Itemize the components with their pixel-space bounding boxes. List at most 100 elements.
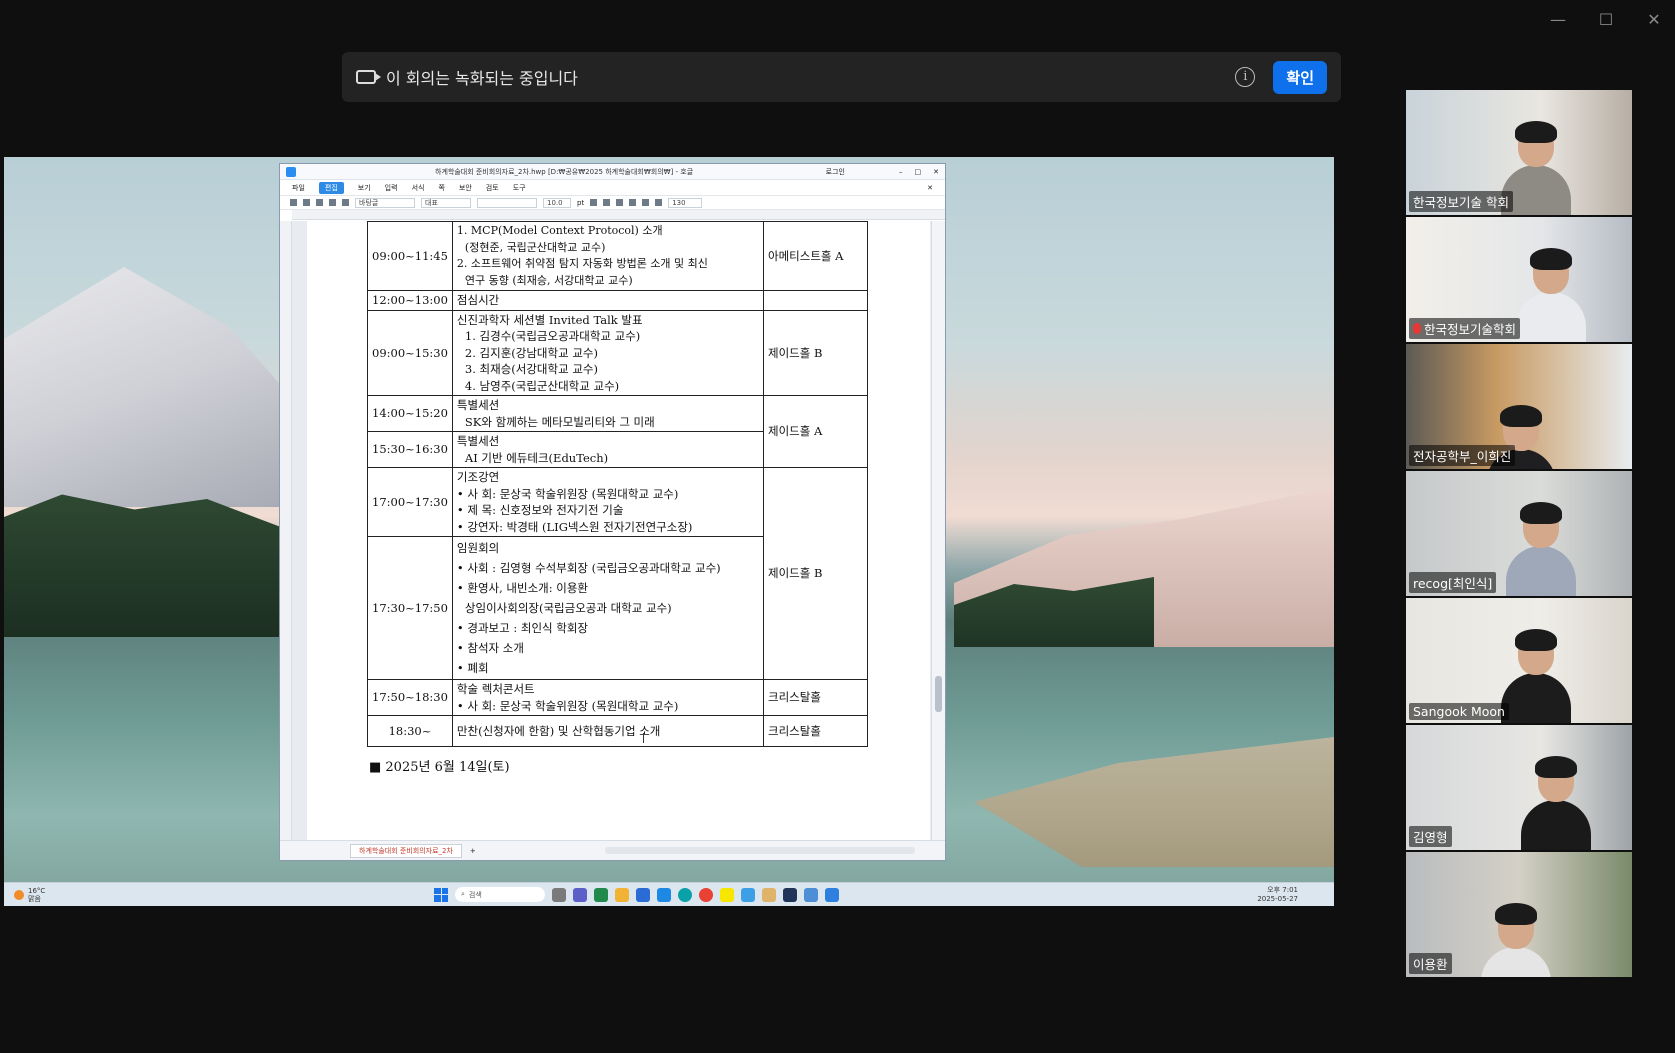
print-icon[interactable]: [329, 199, 336, 206]
room-cell: 아메티스트홀 A: [763, 221, 868, 291]
vertical-scrollbar[interactable]: [931, 221, 945, 841]
align-right-icon[interactable]: [655, 199, 663, 206]
save-icon[interactable]: [316, 199, 323, 206]
zoom-icon[interactable]: [825, 887, 839, 902]
menu-tools[interactable]: 도구: [513, 183, 526, 193]
content-line: SK와 함께하는 메타모빌리티와 그 미래: [464, 414, 655, 429]
excel-icon[interactable]: [594, 887, 608, 902]
open-icon[interactable]: [303, 199, 310, 206]
hwp-icon[interactable]: [741, 887, 755, 902]
schedule-table: 09:00~11:45 1. MCP(Model Context Protoco…: [367, 221, 868, 747]
participant-tile[interactable]: 한국정보기술 학회: [1406, 90, 1632, 215]
chrome-icon[interactable]: [699, 887, 713, 902]
align-center-icon[interactable]: [642, 199, 650, 206]
kakaotalk-icon[interactable]: [720, 887, 734, 902]
underline-icon[interactable]: [616, 199, 624, 206]
participant-tile[interactable]: 전자공학부_이희진: [1406, 344, 1632, 469]
table-row: 17:50~18:30 학술 렉처콘서트 • 사 회: 문상국 학술위원장 (목…: [367, 679, 868, 716]
teams-icon[interactable]: [573, 887, 587, 902]
participant-tile-active[interactable]: Sangook Moon: [1406, 598, 1632, 723]
maximize-button[interactable]: ☐: [1597, 10, 1615, 29]
font-name-select[interactable]: [477, 197, 537, 208]
taskbar-clock[interactable]: 오후 7:01 2025-05-27: [1257, 886, 1298, 904]
room-cell: 제이드홀 A: [763, 395, 868, 468]
menu-review[interactable]: 검토: [486, 183, 499, 193]
close-button[interactable]: ✕: [1645, 10, 1663, 29]
content-line: • 경과보고 : 최인식 학회장: [456, 621, 589, 635]
menu-view[interactable]: 보기: [358, 183, 371, 193]
participant-tile[interactable]: 한국정보기술학회: [1406, 217, 1632, 342]
folder-icon[interactable]: [615, 887, 629, 902]
phone-icon[interactable]: [783, 887, 797, 902]
content-line: 1. MCP(Model Context Protocol) 소개: [456, 224, 663, 237]
table-row: 09:00~11:45 1. MCP(Model Context Protoco…: [367, 221, 868, 291]
content-cell: 기조강연 • 사 회: 문상국 학술위원장 (목원대학교 교수) • 제 목: …: [451, 467, 765, 537]
hwp-close-button[interactable]: ✕: [933, 168, 939, 176]
hwp-toolbar: 바탕글 대표 10.0 pt 130: [280, 196, 945, 210]
menu-insert[interactable]: 입력: [385, 183, 398, 193]
content-line: 4. 남영주(국립군산대학교 교수): [464, 378, 620, 393]
table-row: 12:00~13:00 점심시간: [367, 290, 868, 311]
info-icon[interactable]: i: [1235, 67, 1256, 87]
minimize-button[interactable]: —: [1549, 10, 1567, 29]
participant-name-label: 한국정보기술학회: [1409, 318, 1521, 339]
font-select[interactable]: 대표: [421, 197, 471, 208]
content-line: 상임이사회의장(국립금오공과 대학교 교수): [464, 601, 672, 615]
time-cell: 09:00~11:45: [367, 221, 453, 291]
time-cell: 17:50~18:30: [367, 679, 453, 716]
participant-gallery: 한국정보기술 학회 한국정보기술학회 전자공학부_이희진 recog[최인식] …: [1406, 90, 1632, 979]
content-cell: 1. MCP(Model Context Protocol) 소개 (정현준, …: [451, 221, 765, 291]
participant-name: 김영형: [1413, 830, 1448, 845]
content-cell: 임원회의 • 사회 : 김영형 수석부회장 (국립금오공과대학교 교수) • 환…: [451, 536, 765, 680]
taskview-icon[interactable]: [552, 887, 566, 902]
weather-widget[interactable]: 16°C 맑음: [14, 887, 45, 903]
add-tab-icon[interactable]: +: [470, 847, 476, 855]
menu-page[interactable]: 쪽: [438, 183, 444, 193]
undo-icon[interactable]: [342, 199, 349, 206]
monitor-icon[interactable]: [804, 887, 818, 902]
menu-edit[interactable]: 편집: [318, 181, 344, 194]
start-icon[interactable]: [434, 887, 448, 902]
login-button[interactable]: 로그인: [826, 167, 845, 177]
scroll-thumb[interactable]: [935, 676, 942, 712]
content-line: 2. 김지훈(강남대학교 교수): [464, 345, 598, 360]
hwp-maximize-button[interactable]: □: [915, 168, 922, 176]
taskbar-search[interactable]: ⌕ 검색: [455, 887, 545, 902]
horizontal-scrollbar[interactable]: [605, 847, 915, 854]
style-select[interactable]: 바탕글: [355, 197, 415, 208]
participant-tile[interactable]: recog[최인식]: [1406, 471, 1632, 596]
content-line: 특별세션: [456, 398, 500, 412]
participant-name: 전자공학부_이희진: [1413, 449, 1512, 464]
document-tab[interactable]: 하계학술대회 준비회의자료_2차: [350, 843, 462, 858]
italic-icon[interactable]: [603, 199, 611, 206]
hwp-minimize-button[interactable]: –: [899, 168, 903, 176]
store-icon[interactable]: [636, 887, 650, 902]
zoom-select[interactable]: 130: [668, 197, 703, 208]
align-left-icon[interactable]: [629, 199, 637, 206]
app-icon[interactable]: [762, 887, 776, 902]
edge-icon[interactable]: [678, 887, 692, 902]
font-size-select[interactable]: 10.0: [543, 197, 571, 208]
participant-tile[interactable]: 김영형: [1406, 725, 1632, 850]
menu-security[interactable]: 보안: [459, 183, 472, 193]
content-line: 1. 김경수(국립금오공과대학교 교수): [464, 329, 641, 343]
menu-close-icon[interactable]: ✕: [927, 184, 933, 192]
menu-file[interactable]: 파일: [292, 183, 305, 193]
participant-tile[interactable]: 이용환: [1406, 852, 1632, 977]
hwp-doc-title: 하계학술대회 준비회의자료_2차.hwp [D:₩공유₩2025 하계학술대회₩…: [435, 167, 694, 176]
content-line: • 사 회: 문상국 학술위원장 (목원대학교 교수): [456, 698, 679, 713]
participant-name: Sangook Moon: [1413, 704, 1505, 719]
room-cell: 제이드홀 B: [763, 467, 868, 680]
document-page[interactable]: 09:00~11:45 1. MCP(Model Context Protoco…: [307, 221, 930, 841]
mail-icon[interactable]: [657, 887, 671, 902]
hwp-window: 하계학술대회 준비회의자료_2차.hwp [D:₩공유₩2025 하계학술대회₩…: [279, 163, 946, 861]
confirm-button[interactable]: 확인: [1273, 60, 1327, 94]
bold-icon[interactable]: [590, 199, 598, 206]
participant-name-label: Sangook Moon: [1409, 703, 1509, 720]
content-line: 특별세션: [456, 434, 500, 448]
time-cell: 09:00~15:30: [367, 309, 453, 396]
menu-format[interactable]: 서식: [412, 183, 425, 193]
content-line: • 사 회: 문상국 학술위원장 (목원대학교 교수): [456, 486, 679, 501]
new-doc-icon[interactable]: [290, 199, 297, 206]
content-line: • 폐회: [456, 661, 489, 675]
